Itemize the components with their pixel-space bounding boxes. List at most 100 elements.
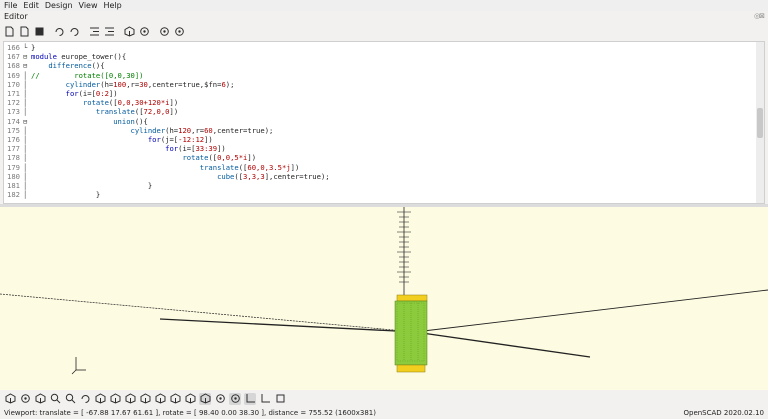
fold-marker[interactable]: ⊟ [23, 117, 29, 126]
show-scale-icon[interactable] [259, 393, 271, 405]
fold-marker[interactable]: │ [23, 126, 29, 135]
show-edges-icon[interactable] [274, 393, 286, 405]
view-left-icon[interactable] [139, 393, 151, 405]
line-number: 171 [7, 89, 20, 98]
menu-bar: File Edit Design View Help [0, 0, 768, 11]
code-token: (i=[ [178, 144, 196, 154]
fold-marker[interactable]: ⊟ [23, 61, 29, 70]
line-number: 168 [7, 61, 20, 71]
view-front-icon[interactable] [154, 393, 166, 405]
viewport-toolbar [0, 390, 768, 407]
view-right-icon[interactable] [94, 393, 106, 405]
view-back-icon[interactable] [169, 393, 181, 405]
render-icon[interactable] [19, 393, 31, 405]
render-icon[interactable] [138, 25, 150, 37]
code-text: translate([60,0,3.5*j]) [31, 163, 300, 172]
fold-marker[interactable]: │ [23, 190, 29, 199]
fold-marker[interactable]: │ [23, 71, 29, 80]
editor-scrollbar[interactable] [756, 42, 764, 203]
viewport-scene [0, 207, 768, 375]
line-number: 170 [7, 79, 20, 89]
code-token: difference [48, 61, 92, 71]
editor-dock-controls[interactable]: ◎⊠ [754, 12, 765, 20]
code-token: rotate [82, 98, 109, 108]
menu-design[interactable]: Design [42, 0, 76, 11]
code-token: translate [95, 107, 135, 117]
fold-marker[interactable]: │ [23, 172, 29, 181]
3d-viewport[interactable] [0, 207, 768, 390]
editor-title: Editor [4, 12, 28, 21]
redo-icon[interactable] [68, 25, 80, 37]
code-token: cube [217, 171, 235, 181]
save-icon[interactable] [33, 25, 45, 37]
unindent-icon[interactable] [103, 25, 115, 37]
code-token: (j=[ [160, 135, 179, 144]
code-text: for(i=[0:2]) [31, 89, 118, 98]
fold-marker[interactable]: │ [23, 163, 29, 172]
view-top-icon[interactable] [109, 393, 121, 405]
fold-marker[interactable]: │ [23, 135, 29, 144]
menu-help[interactable]: Help [101, 0, 125, 11]
code-token: -12:12 [178, 135, 205, 144]
fold-marker[interactable]: │ [23, 153, 29, 162]
code-token: europe_tower(){ [56, 52, 127, 62]
code-text: // rotate([0,0,30]) [31, 71, 144, 80]
fold-marker[interactable]: │ [23, 80, 29, 89]
new-file-icon[interactable] [3, 25, 15, 37]
code-text: for(j=[-12:12]) [31, 135, 213, 144]
menu-file[interactable]: File [0, 0, 20, 11]
line-number: 181 [7, 181, 20, 190]
code-text: } [31, 190, 100, 199]
fold-marker[interactable]: │ [23, 181, 29, 190]
code-token: // rotate([0,0,30]) [31, 70, 144, 80]
reset-view-icon[interactable] [79, 393, 91, 405]
view-all-icon[interactable] [34, 393, 46, 405]
undo-icon[interactable] [53, 25, 65, 37]
view-bottom-icon[interactable] [124, 393, 136, 405]
fold-marker[interactable]: │ [23, 98, 29, 107]
menu-edit[interactable]: Edit [20, 0, 42, 11]
code-token: cylinder [65, 79, 101, 89]
editor-scrollbar-thumb[interactable] [757, 108, 763, 138]
code-token: ],center=true); [264, 171, 330, 181]
fold-marker[interactable]: └ [23, 43, 29, 52]
orthogonal-icon[interactable] [229, 392, 241, 405]
scene-axes [0, 207, 768, 358]
code-token: ([ [208, 153, 218, 163]
code-token: ]) [217, 144, 226, 154]
open-file-icon[interactable] [18, 25, 30, 37]
send-to-print-icon[interactable] [158, 25, 170, 37]
line-number: 179 [7, 162, 20, 172]
code-text: rotate([0,0,30+120*i]) [31, 98, 178, 107]
fold-marker[interactable]: │ [23, 89, 29, 98]
fold-marker[interactable]: ⊟ [23, 52, 29, 61]
zoom-out-icon[interactable] [64, 393, 76, 405]
code-editor[interactable]: 166 └} 167 ⊟ module europe_tower(){168 ⊟ diff… [3, 41, 765, 204]
show-axes-icon[interactable] [244, 392, 256, 405]
menu-view[interactable]: View [76, 0, 101, 11]
fold-marker[interactable]: │ [23, 107, 29, 116]
view-center-icon[interactable] [199, 392, 211, 405]
preview-icon[interactable] [4, 393, 16, 405]
editor-title-bar: Editor ◎⊠ [0, 11, 768, 22]
code-token: ]) [169, 98, 179, 108]
zoom-in-icon[interactable] [49, 393, 61, 405]
indent-icon[interactable] [88, 25, 100, 37]
line-number: 176 [7, 135, 20, 144]
line-number: 173 [7, 107, 20, 117]
code-text: module europe_tower(){ [31, 52, 126, 61]
code-token: 100 [113, 79, 127, 89]
code-token: 0,0,5*i [217, 153, 248, 163]
code-token: ]) [247, 153, 257, 163]
code-token: } [31, 181, 153, 190]
preview-icon[interactable] [123, 25, 135, 37]
view-diagonal-icon[interactable] [184, 393, 196, 405]
export-stl-icon[interactable] [173, 25, 185, 37]
code-token: (i=[ [78, 89, 96, 98]
code-token: (h= [165, 125, 179, 135]
perspective-icon[interactable] [214, 393, 226, 405]
fold-marker[interactable]: │ [23, 144, 29, 153]
